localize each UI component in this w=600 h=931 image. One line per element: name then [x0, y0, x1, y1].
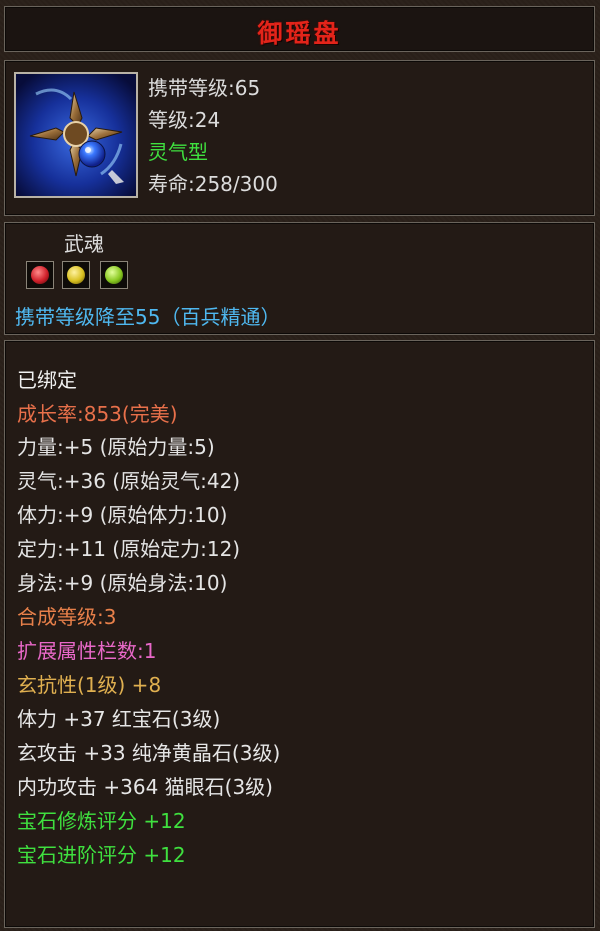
gem-bonus-line: 内功攻击 +364 猫眼石(3级)	[17, 775, 273, 799]
extend-slots: 扩展属性栏数:1	[17, 639, 157, 663]
stat-line: 定力:+11 (原始定力:12)	[17, 537, 241, 561]
resistance: 玄抗性(1级) +8	[17, 673, 162, 697]
carry-level: 携带等级:65	[148, 76, 261, 100]
item-header-panel: 携带等级:65 等级:24 灵气型 寿命:258/300	[4, 60, 595, 216]
gem-bonus-line: 玄攻击 +33 纯净黄晶石(3级)	[17, 741, 281, 765]
green-soul-gem-icon[interactable]	[100, 261, 128, 289]
stat-line: 力量:+5 (原始力量:5)	[17, 435, 215, 459]
growth-rate: 成长率:853(完美)	[17, 402, 178, 426]
stat-line: 灵气:+36 (原始灵气:42)	[17, 469, 241, 493]
item-level: 等级:24	[148, 108, 221, 132]
stat-line: 体力:+9 (原始体力:10)	[17, 503, 228, 527]
synthesis-level: 合成等级:3	[17, 605, 117, 629]
gem-score-line: 宝石进阶评分 +12	[17, 843, 186, 867]
stat-line: 身法:+9 (原始身法:10)	[17, 571, 228, 595]
title-bar: 御瑶盘	[4, 6, 595, 52]
item-life: 寿命:258/300	[148, 172, 278, 196]
carry-level-reduction-note: 携带等级降至55（百兵精通）	[15, 305, 281, 329]
cross-shuriken-blue-gem-icon	[14, 72, 138, 198]
weapon-soul-title: 武魂	[64, 232, 104, 256]
gem-bonus-line: 体力 +37 红宝石(3级)	[17, 707, 221, 731]
red-soul-gem-icon[interactable]	[26, 261, 54, 289]
item-type: 灵气型	[148, 140, 208, 164]
item-tooltip: 御瑶盘 携带等级:65 等级:24 灵气型 寿命:258/300 武魂 携带等级…	[0, 0, 600, 931]
weapon-soul-panel: 武魂 携带等级降至55（百兵精通）	[4, 222, 595, 335]
item-name: 御瑶盘	[257, 19, 342, 48]
yellow-soul-gem-icon[interactable]	[62, 261, 90, 289]
gem-score-line: 宝石修炼评分 +12	[17, 809, 186, 833]
bound-status: 已绑定	[17, 368, 77, 392]
attributes-panel: 已绑定 成长率:853(完美) 力量:+5 (原始力量:5) 灵气:+36 (原…	[4, 340, 595, 928]
